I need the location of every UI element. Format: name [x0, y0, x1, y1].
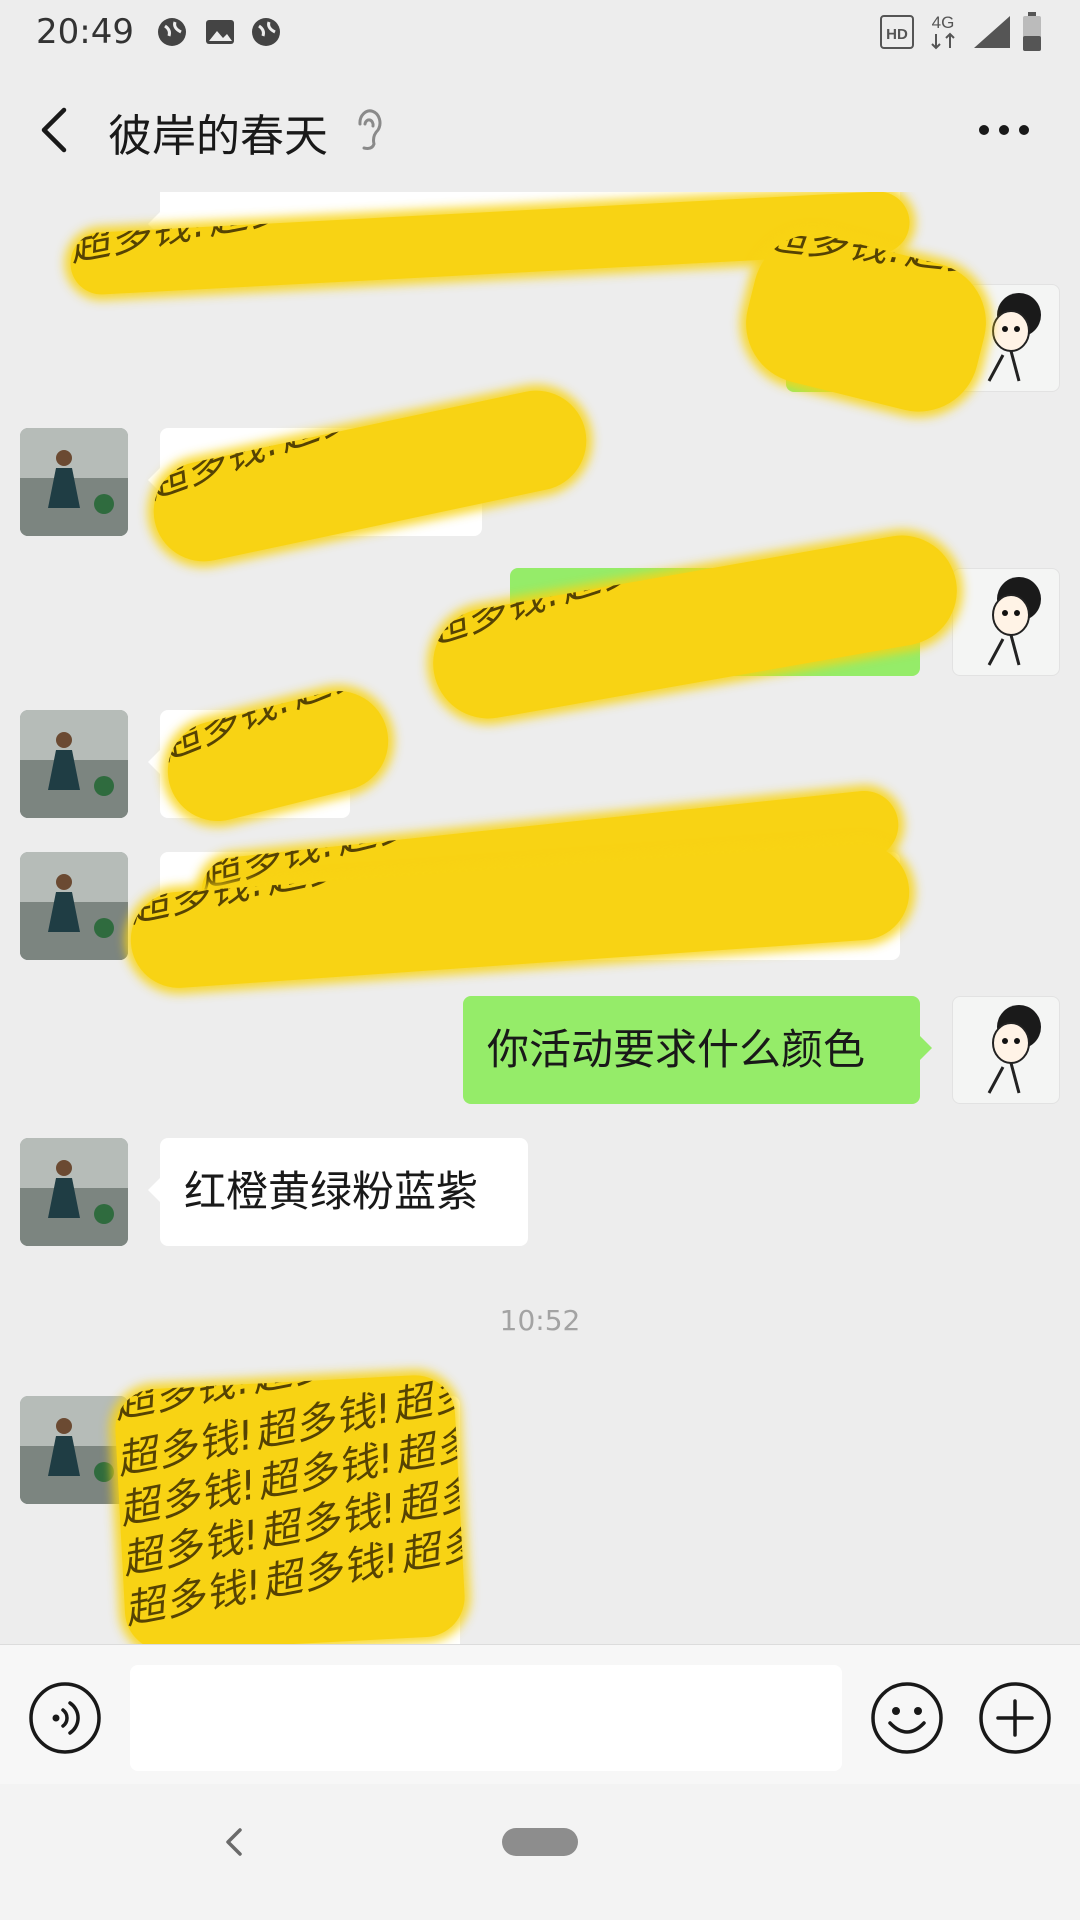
- chat-header: 彼岸的春天: [0, 66, 1080, 192]
- avatar[interactable]: [20, 1396, 128, 1504]
- avatar[interactable]: [20, 1138, 128, 1246]
- emoji-icon[interactable]: [870, 1681, 944, 1755]
- system-nav-bar: [0, 1784, 1080, 1920]
- plus-icon[interactable]: [978, 1681, 1052, 1755]
- avatar[interactable]: [952, 996, 1060, 1104]
- redaction-scribble: !超多钱!超多钱!超多钱!超多钱!超多钱!超多钱! !超多钱!超多钱!超多钱!超…: [113, 1373, 467, 1644]
- chevron-left-icon[interactable]: [34, 102, 74, 158]
- photo-avatar-icon: [20, 428, 128, 536]
- globe-icon: [158, 18, 186, 46]
- hd-icon: HD: [880, 15, 914, 49]
- avatar[interactable]: [20, 852, 128, 960]
- more-icon[interactable]: [976, 120, 1032, 140]
- nav-back-icon[interactable]: [218, 1822, 248, 1862]
- cartoon-avatar-icon: [987, 577, 1041, 666]
- time-separator: 10:52: [499, 1304, 581, 1337]
- svg-text:HD: HD: [886, 26, 908, 43]
- globe-icon: [252, 18, 280, 46]
- chat-title: 彼岸的春天: [108, 111, 328, 162]
- message-text: 你活动要求什么颜色: [487, 1025, 866, 1074]
- avatar[interactable]: [952, 568, 1060, 676]
- status-bar: 20:49 HD 4G: [0, 0, 1080, 66]
- photo-avatar-icon: [20, 1396, 128, 1504]
- redaction-scribble: !超多钱!超多钱!超多钱!超多钱!超多钱!超多钱!: [144, 381, 596, 571]
- redaction-scribble: !超多钱!超多钱!超多钱!超多钱!超多钱!超多钱!: [733, 221, 999, 425]
- avatar[interactable]: [20, 428, 128, 536]
- photo-avatar-icon: [20, 710, 128, 818]
- status-time: 20:49: [36, 12, 134, 52]
- message-text: 红橙黄绿粉蓝紫: [184, 1167, 479, 1216]
- message-bubble[interactable]: 你活动要求什么颜色: [463, 996, 932, 1104]
- chat-area[interactable]: !超多钱!超多钱!超多钱!超多钱!超多钱!超多钱! !超多钱!超多钱!超多钱!超…: [0, 192, 1080, 1644]
- avatar[interactable]: [20, 710, 128, 818]
- photo-avatar-icon: [20, 852, 128, 960]
- voice-icon[interactable]: [28, 1681, 102, 1755]
- input-bar: [0, 1644, 1080, 1784]
- signal-icon: [974, 16, 1010, 48]
- home-pill-icon[interactable]: [502, 1828, 578, 1856]
- cartoon-avatar-icon: [987, 1005, 1041, 1094]
- message-bubble[interactable]: 红橙黄绿粉蓝紫: [148, 1138, 528, 1246]
- photo-avatar-icon: [20, 1138, 128, 1246]
- redaction-scribble: !超多钱!超多钱!超多钱!超多钱!超多钱!超多钱!: [424, 526, 966, 728]
- image-icon: [206, 20, 234, 44]
- ear-icon: [358, 109, 382, 150]
- 4g-icon: 4G: [931, 13, 955, 50]
- svg-text:4G: 4G: [932, 13, 955, 32]
- battery-icon: [1023, 12, 1041, 51]
- message-input[interactable]: [130, 1665, 842, 1771]
